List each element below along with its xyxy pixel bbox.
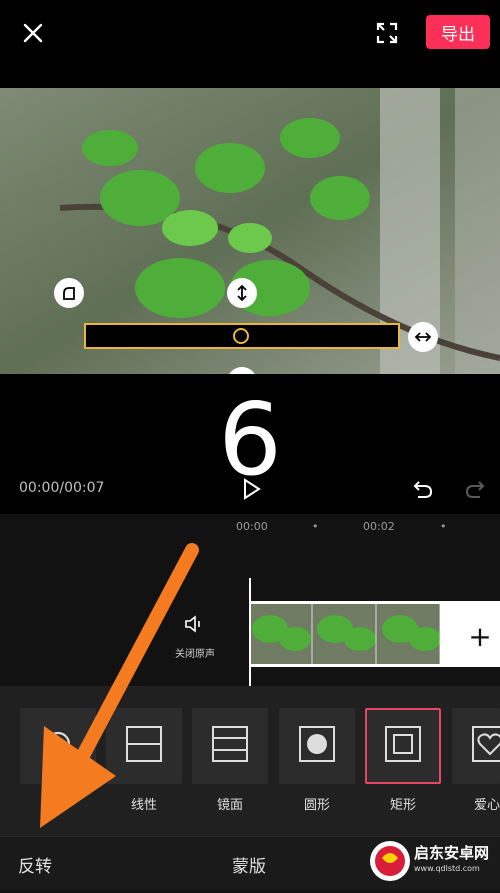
timeline-dot: • xyxy=(312,520,319,533)
heart-mask-icon xyxy=(470,724,500,768)
mute-label: 关闭原声 xyxy=(175,649,215,660)
time-readout: 00:00/00:07 xyxy=(19,480,105,496)
mask-option-label: 圆形 xyxy=(303,798,330,813)
mask-option-label: 爱心 xyxy=(473,798,500,813)
watermark-brand: 启东安卓网 xyxy=(414,844,490,862)
rectangle-mask-icon xyxy=(383,724,423,768)
mute-original-audio-button[interactable]: 关闭原声 xyxy=(160,613,230,660)
playhead[interactable] xyxy=(249,578,251,686)
mask-option-rectangle[interactable] xyxy=(365,708,441,784)
timeline-tick: 00:02 xyxy=(363,520,395,533)
horizontal-resize-icon[interactable] xyxy=(408,322,438,352)
mask-option-label: 线性 xyxy=(130,798,157,813)
add-clip-button[interactable]: + xyxy=(461,619,499,653)
mask-option-circle[interactable] xyxy=(279,708,355,784)
vertical-resize-icon[interactable] xyxy=(227,278,257,308)
panel-title: 蒙版 xyxy=(232,857,266,877)
timeline-dot: • xyxy=(440,520,447,533)
export-button[interactable]: 导出 xyxy=(426,15,490,49)
speaker-mute-icon xyxy=(160,613,230,639)
mask-option-none[interactable] xyxy=(20,708,96,784)
mask-option-mirror[interactable] xyxy=(192,708,268,784)
play-icon[interactable] xyxy=(238,476,264,502)
reverse-button[interactable]: 反转 xyxy=(18,852,52,877)
rounded-corner-icon[interactable] xyxy=(54,278,84,308)
mask-option-label: 镜面 xyxy=(216,798,243,813)
timeline-tick: 00:00 xyxy=(236,520,268,533)
top-bar xyxy=(0,0,500,88)
mask-option-label: 矩形 xyxy=(389,798,416,813)
linear-mask-icon xyxy=(124,724,164,768)
fullscreen-icon[interactable] xyxy=(372,18,402,48)
circle-mask-icon xyxy=(297,724,337,768)
mask-option-heart[interactable] xyxy=(452,708,500,784)
redo-icon[interactable] xyxy=(462,476,488,502)
undo-icon[interactable] xyxy=(410,476,436,502)
mirror-mask-icon xyxy=(210,724,250,768)
none-icon xyxy=(43,729,73,763)
mask-option-linear[interactable] xyxy=(106,708,182,784)
watermark-logo: 启东安卓网 www.qdlstd.com xyxy=(360,828,500,889)
close-icon[interactable] xyxy=(18,18,48,48)
mask-center-handle[interactable] xyxy=(233,328,249,344)
watermark-url: www.qdlstd.com xyxy=(414,864,480,873)
